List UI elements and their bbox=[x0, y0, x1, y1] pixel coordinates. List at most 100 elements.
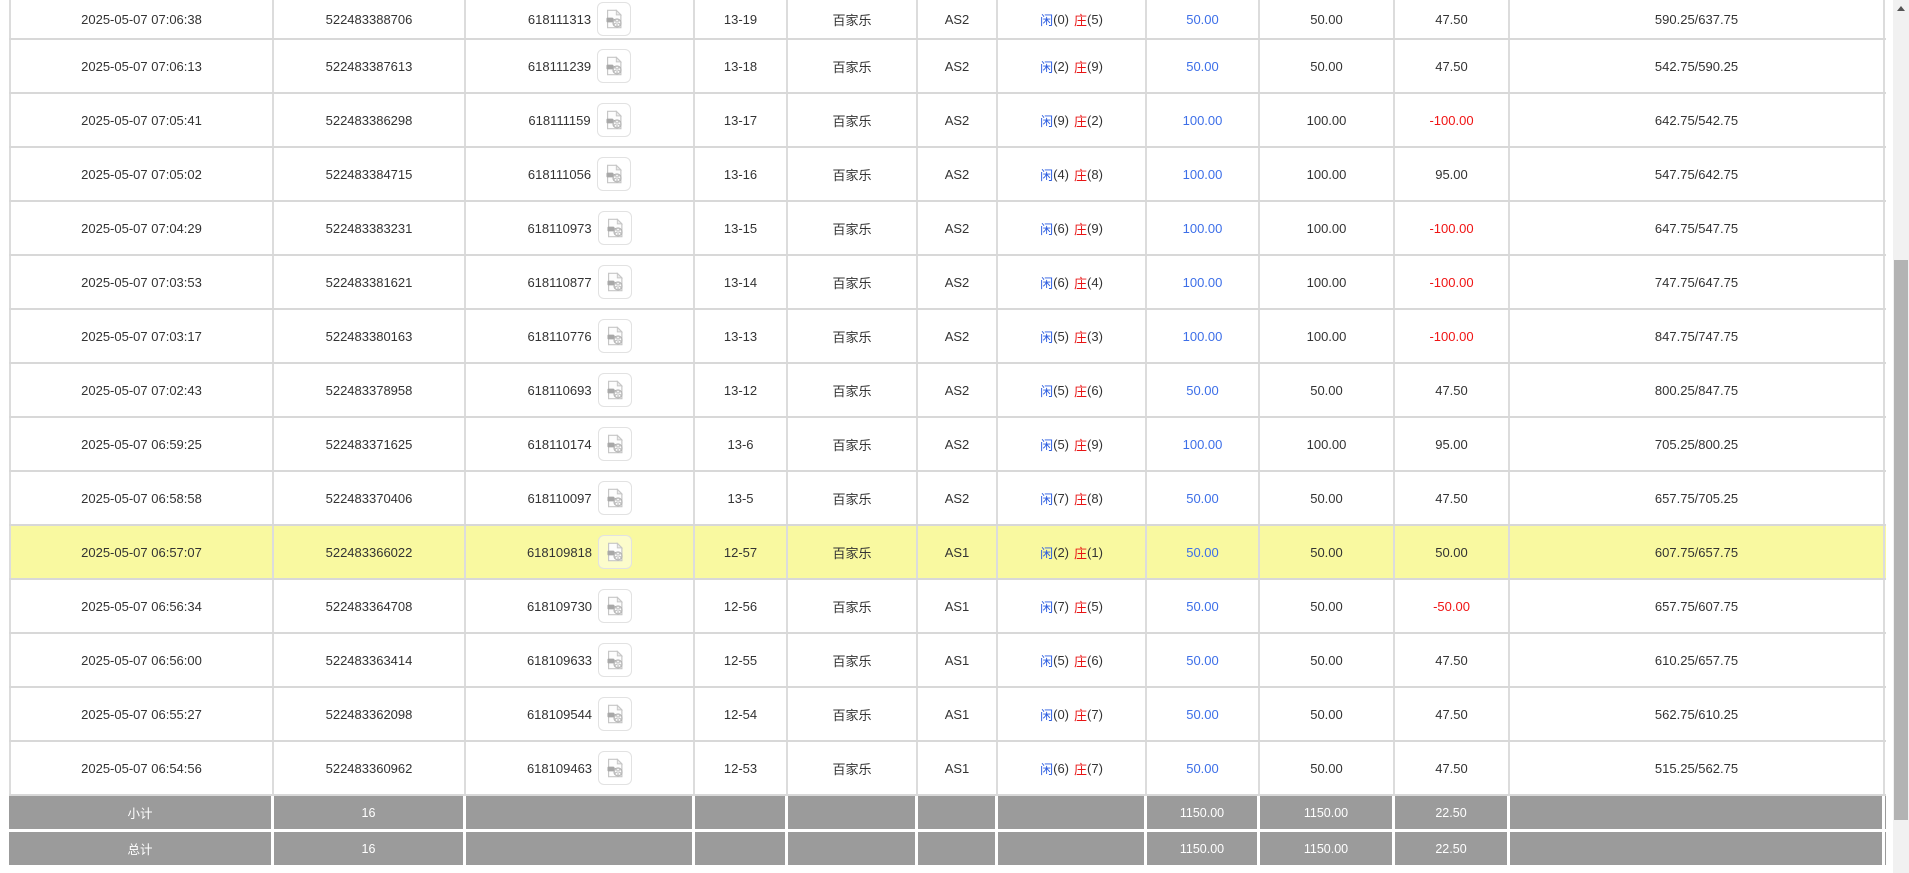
bet-amount-link[interactable]: 50.00 bbox=[1186, 707, 1219, 722]
cell-game-type: 百家乐 bbox=[788, 202, 918, 254]
player-label: 闲 bbox=[1040, 653, 1054, 669]
table-row: 2025-05-07 07:05:02 522483384715 6181110… bbox=[9, 148, 1886, 202]
total-empty-cell bbox=[466, 832, 695, 865]
banker-label: 庄 bbox=[1074, 599, 1088, 615]
bet-amount-link[interactable]: 50.00 bbox=[1186, 383, 1219, 398]
cell-balance: 847.75/747.75 bbox=[1510, 310, 1885, 362]
player-score: (9) bbox=[1053, 112, 1069, 128]
video-replay-button[interactable] bbox=[598, 643, 633, 677]
cell-valid-amount: 50.00 bbox=[1260, 364, 1395, 416]
game-type-text: 百家乐 bbox=[832, 329, 872, 345]
player-label: 闲 bbox=[1040, 599, 1054, 615]
bet-amount-link[interactable]: 50.00 bbox=[1186, 599, 1219, 614]
round-id-text: 618110973 bbox=[527, 220, 592, 236]
cell-balance: 705.25/800.25 bbox=[1510, 418, 1885, 470]
banker-label: 庄 bbox=[1074, 707, 1088, 723]
cell-balance: 747.75/647.75 bbox=[1510, 256, 1885, 308]
video-replay-button[interactable] bbox=[597, 49, 632, 83]
cell-bet-id: 522483381621 bbox=[274, 256, 466, 308]
bet-id-text: 522483360962 bbox=[325, 760, 413, 776]
table-row: 2025-05-07 06:56:00 522483363414 6181096… bbox=[9, 634, 1886, 688]
cell-round-id: 618109730 bbox=[466, 580, 695, 632]
video-replay-button[interactable] bbox=[597, 481, 632, 515]
cell-bet-time: 2025-05-07 07:03:53 bbox=[9, 256, 274, 308]
subtotal-empty-cell bbox=[998, 796, 1147, 829]
cell-bet-time: 2025-05-07 06:59:25 bbox=[9, 418, 274, 470]
bet-time-text: 2025-05-07 07:06:38 bbox=[81, 11, 202, 27]
bet-amount-link[interactable]: 100.00 bbox=[1183, 275, 1223, 290]
bet-amount-link[interactable]: 100.00 bbox=[1183, 329, 1223, 344]
cell-bet-amount: 50.00 bbox=[1147, 0, 1260, 38]
video-replay-button[interactable] bbox=[598, 697, 633, 731]
cell-bet-amount: 100.00 bbox=[1147, 148, 1260, 200]
cell-bet-time: 2025-05-07 07:02:43 bbox=[9, 364, 274, 416]
video-replay-button[interactable] bbox=[597, 157, 632, 191]
bet-amount-link[interactable]: 100.00 bbox=[1183, 221, 1223, 236]
cell-table-name: AS1 bbox=[918, 742, 998, 794]
banker-score: (7) bbox=[1087, 706, 1103, 722]
video-replay-button[interactable] bbox=[597, 319, 632, 353]
cell-valid-amount: 50.00 bbox=[1260, 40, 1395, 92]
bet-amount-link[interactable]: 50.00 bbox=[1186, 12, 1219, 27]
round-id-text: 618109633 bbox=[526, 652, 593, 668]
video-replay-button[interactable] bbox=[596, 103, 631, 137]
vertical-scrollbar[interactable] bbox=[1893, 0, 1909, 873]
cell-bet-time: 2025-05-07 06:55:27 bbox=[9, 688, 274, 740]
video-file-icon bbox=[606, 164, 623, 184]
cell-round-no: 13-5 bbox=[695, 472, 788, 524]
cell-valid-amount: 50.00 bbox=[1260, 634, 1395, 686]
banker-label: 庄 bbox=[1074, 329, 1088, 345]
video-file-icon bbox=[607, 434, 623, 454]
bet-time-text: 2025-05-07 06:57:07 bbox=[81, 544, 202, 560]
cell-table-name: AS2 bbox=[918, 148, 998, 200]
video-replay-button[interactable] bbox=[598, 589, 633, 623]
banker-label: 庄 bbox=[1074, 545, 1088, 561]
bet-amount-link[interactable]: 100.00 bbox=[1183, 167, 1223, 182]
game-type-text: 百家乐 bbox=[832, 653, 872, 669]
cell-round-id: 618111313 bbox=[466, 0, 695, 38]
bet-time-text: 2025-05-07 06:58:58 bbox=[81, 490, 202, 506]
bet-amount-link[interactable]: 100.00 bbox=[1183, 113, 1223, 128]
bet-amount-link[interactable]: 100.00 bbox=[1183, 437, 1223, 452]
cell-bet-amount: 100.00 bbox=[1147, 310, 1260, 362]
table-name-text: AS2 bbox=[944, 112, 970, 128]
table-row: 2025-05-07 06:58:58 522483370406 6181100… bbox=[9, 472, 1886, 526]
subtotal-empty-cell bbox=[788, 796, 918, 829]
bet-amount-link[interactable]: 50.00 bbox=[1186, 653, 1219, 668]
video-replay-button[interactable] bbox=[597, 427, 632, 461]
banker-score: (6) bbox=[1087, 652, 1103, 668]
banker-score: (5) bbox=[1087, 598, 1103, 614]
cell-round-no: 13-12 bbox=[695, 364, 788, 416]
video-replay-button[interactable] bbox=[597, 373, 632, 407]
cell-bet-id: 522483360962 bbox=[274, 742, 466, 794]
total-empty-cell bbox=[695, 832, 788, 865]
cell-win-loss: 47.50 bbox=[1395, 688, 1510, 740]
cell-result: 闲 (5) 庄 (3) bbox=[998, 310, 1147, 362]
bet-amount-link[interactable]: 50.00 bbox=[1186, 491, 1219, 506]
bet-amount-link[interactable]: 50.00 bbox=[1186, 59, 1219, 74]
round-id-text: 618110174 bbox=[527, 436, 592, 452]
video-replay-button[interactable] bbox=[598, 535, 633, 569]
scroll-up-button[interactable] bbox=[1893, 0, 1909, 17]
cell-win-loss: 47.50 bbox=[1395, 40, 1510, 92]
cell-win-loss: 47.50 bbox=[1395, 0, 1510, 38]
valid-amount-text: 100.00 bbox=[1306, 328, 1347, 344]
bet-amount-link[interactable]: 50.00 bbox=[1186, 761, 1219, 776]
video-replay-button[interactable] bbox=[597, 265, 632, 299]
bet-amount-link[interactable]: 50.00 bbox=[1186, 545, 1219, 560]
cell-bet-amount: 100.00 bbox=[1147, 418, 1260, 470]
subtotal-empty-cell bbox=[695, 796, 788, 829]
table-row: 2025-05-07 06:57:07 522483366022 6181098… bbox=[9, 526, 1886, 580]
cell-round-id: 618110097 bbox=[466, 472, 695, 524]
table-name-text: AS2 bbox=[944, 220, 970, 236]
player-score: (7) bbox=[1053, 598, 1069, 614]
video-replay-button[interactable] bbox=[597, 211, 632, 245]
cell-round-no: 12-57 bbox=[695, 526, 788, 578]
player-score: (5) bbox=[1053, 382, 1069, 398]
video-replay-button[interactable] bbox=[598, 751, 633, 785]
video-replay-button[interactable] bbox=[597, 2, 632, 36]
scrollbar-thumb[interactable] bbox=[1894, 260, 1908, 820]
subtotal-row: 小计 16 1150.00 1150.00 22.50 bbox=[9, 796, 1886, 832]
player-label: 闲 bbox=[1040, 491, 1054, 507]
round-no-text: 12-57 bbox=[723, 544, 758, 560]
